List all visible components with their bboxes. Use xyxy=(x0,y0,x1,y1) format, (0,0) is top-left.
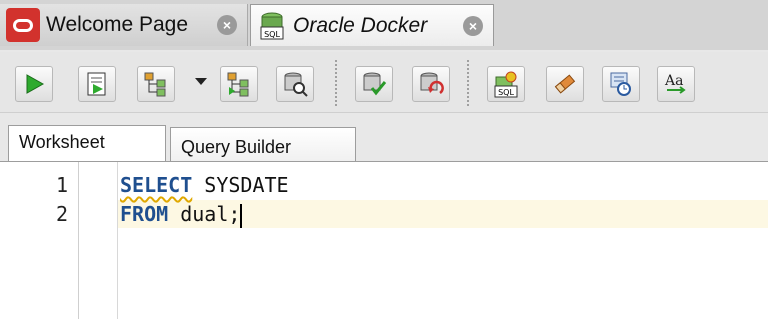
clear-icon xyxy=(554,74,576,94)
run-statement-button[interactable] xyxy=(15,66,53,102)
history-icon xyxy=(610,72,631,96)
rollback-button[interactable] xyxy=(412,66,450,102)
tab-oracle-docker[interactable]: SQL Oracle Docker × xyxy=(250,4,494,46)
clear-button[interactable] xyxy=(546,66,584,102)
tab-welcome-page[interactable]: Welcome Page × xyxy=(0,4,248,46)
toolbar-divider xyxy=(335,60,337,106)
line-number: 2 xyxy=(55,202,68,226)
explain-plan-icon xyxy=(227,72,249,97)
history-button[interactable] xyxy=(602,66,640,102)
line-number-gutter: 1 2 xyxy=(0,162,79,319)
text-caret xyxy=(240,203,243,228)
chevron-down-icon[interactable] xyxy=(195,78,207,85)
worksheet-toolbar: SQL Aa xyxy=(0,52,768,113)
sql-editor[interactable]: 1 2 SELECT SYSDATE FROM dual; xyxy=(0,161,768,319)
run-script-icon xyxy=(87,72,106,96)
tab-worksheet[interactable]: Worksheet xyxy=(8,125,166,163)
worksheet-tab-bar: Worksheet Query Builder xyxy=(0,113,768,163)
fold-margin xyxy=(117,162,118,319)
sql-keyword: FROM xyxy=(120,202,169,226)
change-case-icon: Aa xyxy=(664,73,686,94)
sql-tuning-button[interactable]: SQL xyxy=(487,66,525,102)
tab-label: Welcome Page xyxy=(46,13,189,36)
code-text: SYSDATE xyxy=(192,173,289,197)
line-number: 1 xyxy=(55,173,68,197)
autotrace-icon xyxy=(284,72,308,97)
sql-connection-icon: SQL xyxy=(260,12,284,39)
database-tree-button[interactable] xyxy=(137,66,175,102)
tab-label: Oracle Docker xyxy=(293,13,428,37)
svg-text:SQL: SQL xyxy=(264,30,280,39)
explain-plan-button[interactable] xyxy=(220,66,258,102)
svg-text:SQL: SQL xyxy=(498,88,514,97)
database-tree-icon xyxy=(144,72,166,97)
rollback-icon xyxy=(420,72,444,95)
sql-tuning-icon: SQL xyxy=(494,71,518,98)
close-tab-button[interactable]: × xyxy=(463,16,483,36)
run-script-button[interactable] xyxy=(78,66,116,102)
close-tab-button[interactable]: × xyxy=(217,15,237,35)
tab-query-builder[interactable]: Query Builder xyxy=(170,127,356,162)
code-line[interactable]: SELECT SYSDATE xyxy=(120,173,289,199)
code-text: dual; xyxy=(168,202,241,226)
toolbar-divider xyxy=(467,60,469,106)
run-statement-icon xyxy=(26,74,45,94)
document-tab-bar: Welcome Page × SQL Oracle Docker × xyxy=(0,0,768,50)
autotrace-button[interactable] xyxy=(276,66,314,102)
oracle-logo-icon xyxy=(6,8,40,42)
commit-button[interactable] xyxy=(355,66,393,102)
code-line[interactable]: FROM dual; xyxy=(120,202,243,228)
change-case-button[interactable]: Aa xyxy=(657,66,695,102)
commit-icon xyxy=(363,72,387,96)
sql-keyword: SELECT xyxy=(120,173,193,197)
